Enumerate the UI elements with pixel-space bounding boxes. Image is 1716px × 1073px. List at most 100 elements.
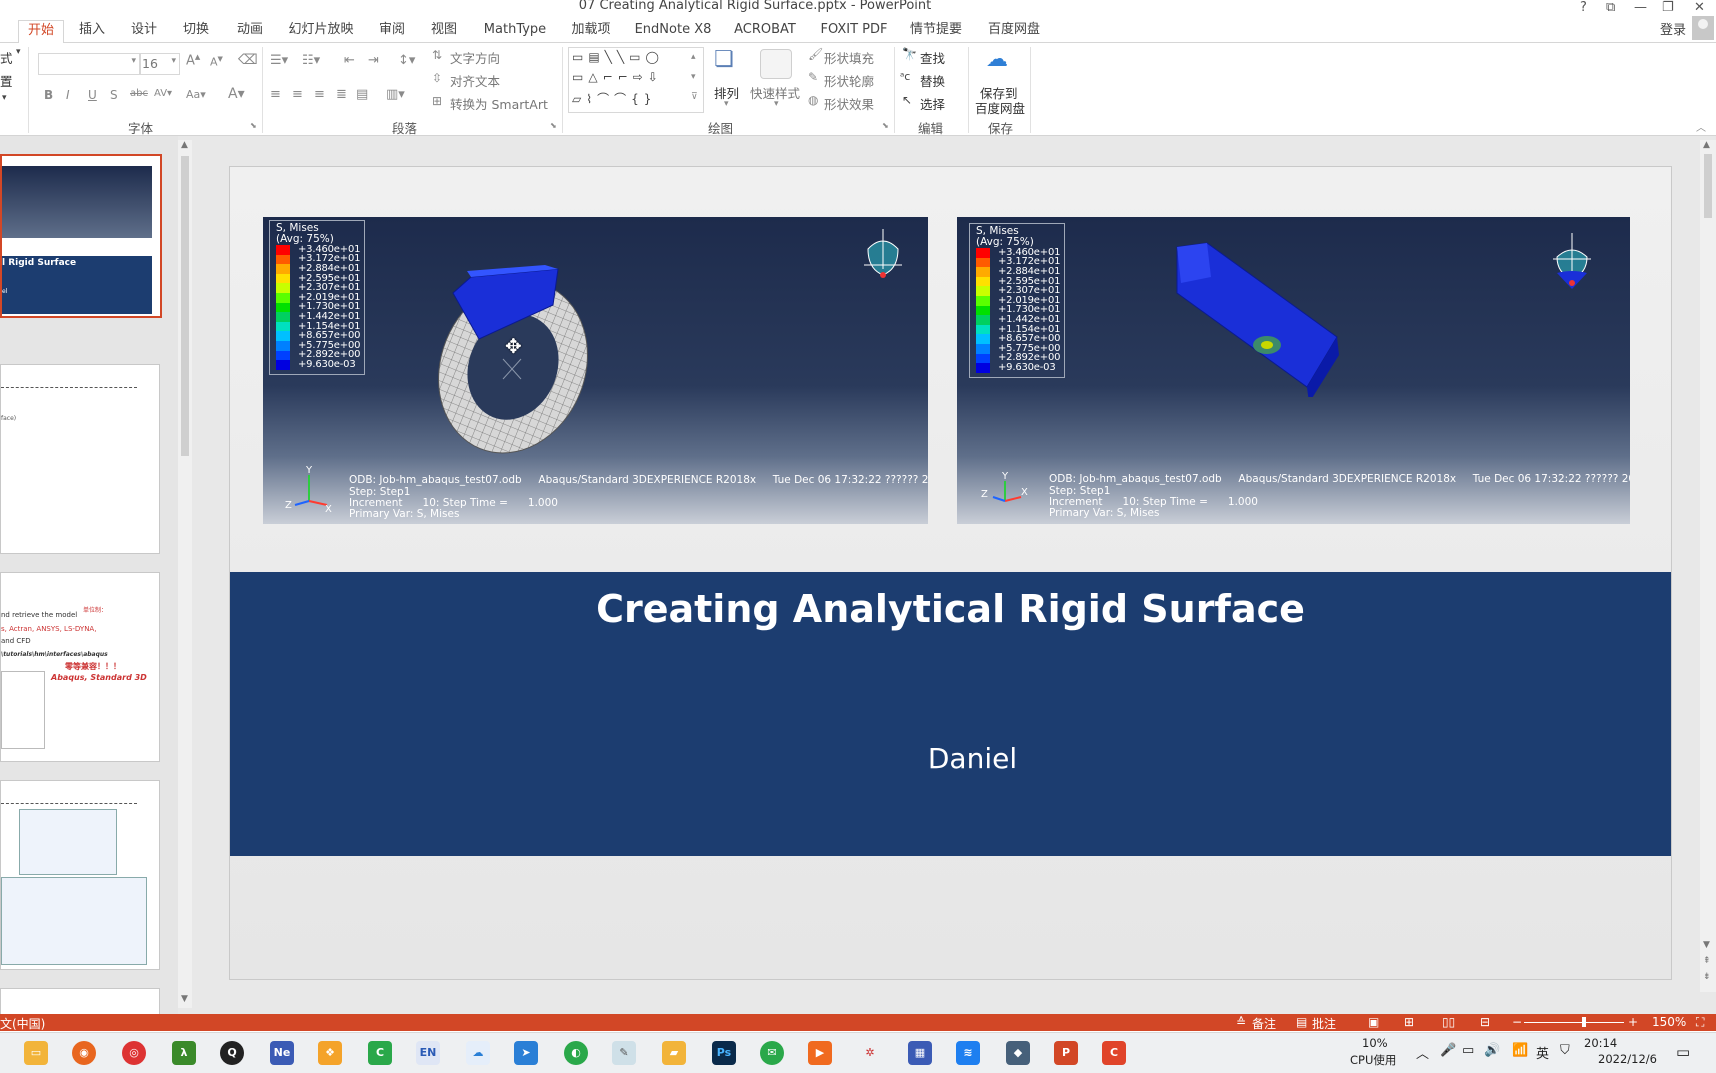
slide-scrollbar[interactable]: ▲ ▼ ⇞ ⇟	[1700, 140, 1716, 992]
avatar[interactable]	[1692, 16, 1714, 40]
close-button[interactable]: ✕	[1694, 0, 1705, 15]
tab-foxit[interactable]: FOXIT PDF	[818, 20, 890, 42]
columns-icon[interactable]: ▥▾	[386, 87, 405, 102]
next-slide-icon[interactable]: ⇟	[1703, 972, 1711, 982]
save-to-baidu-line2[interactable]: 百度网盘	[975, 98, 1025, 117]
clock-date[interactable]: 2022/12/6	[1598, 1052, 1657, 1066]
ime-icon[interactable]: 英	[1536, 1043, 1549, 1062]
green-circle-icon[interactable]: ◐	[564, 1041, 588, 1065]
abaqus-icon[interactable]: ◆	[1006, 1041, 1030, 1065]
shape-outline-button[interactable]: 形状轮廓	[824, 71, 874, 90]
slide-title[interactable]: Creating Analytical Rigid Surface	[230, 587, 1671, 631]
scroll-up-icon[interactable]: ▲	[181, 140, 188, 150]
battery-icon[interactable]: ▭	[1462, 1043, 1474, 1058]
reading-view-icon[interactable]: ▯▯	[1442, 1015, 1455, 1029]
tab-addins[interactable]: 加载项	[568, 20, 614, 42]
shapes-row-1-icon[interactable]: ▭▤╲╲▭◯	[572, 50, 664, 64]
blue-app-icon[interactable]: ≋	[956, 1041, 980, 1065]
align-center-icon[interactable]: ≡	[292, 87, 303, 102]
decrease-indent-icon[interactable]: ⇤	[344, 53, 355, 68]
line-spacing-icon[interactable]: ↕▾	[398, 53, 415, 68]
shapes-row-2-icon[interactable]: ▭△⌐⌐⇨⇩	[572, 70, 663, 84]
scroll-thumb[interactable]	[1704, 154, 1712, 218]
green-app-icon[interactable]: C	[368, 1041, 392, 1065]
tab-transitions[interactable]: 切换	[176, 20, 216, 42]
shape-fill-button[interactable]: 形状填充	[824, 48, 874, 67]
login-link[interactable]: 登录	[1660, 19, 1686, 38]
increase-indent-icon[interactable]: ⇥	[368, 53, 379, 68]
dialog-launcher-icon[interactable]: ⬊	[250, 121, 257, 130]
slide-thumbnail-3[interactable]: nd retrieve the model s, Actran, ANSYS, …	[0, 572, 160, 762]
underline-icon[interactable]: U	[88, 88, 97, 102]
numbering-icon[interactable]: ☷▾	[302, 53, 320, 68]
shapes-gallery[interactable]: ▭▤╲╲▭◯ ▭△⌐⌐⇨⇩ ▱⌇⌒⌒{} ▴ ▾ ⊽	[568, 47, 704, 113]
clear-format-icon[interactable]: ⌫	[238, 52, 258, 68]
feishu-icon[interactable]: ➤	[514, 1041, 538, 1065]
scroll-up-icon[interactable]: ▲	[1703, 140, 1710, 150]
orange-app-icon[interactable]: ▶	[808, 1041, 832, 1065]
italic-icon[interactable]: I	[66, 88, 70, 102]
bullets-icon[interactable]: ☰▾	[270, 53, 288, 68]
tab-storyboard[interactable]: 情节提要	[908, 20, 964, 42]
slide-thumbnail-1[interactable]: l Rigid Surface el	[0, 154, 162, 318]
dialog-launcher-icon[interactable]: ⬊	[550, 121, 557, 130]
slide-subtitle[interactable]: Daniel	[230, 742, 1671, 775]
font-size-box[interactable]: 16 ▾	[140, 53, 180, 75]
baidu-netdisk-icon[interactable]: ☁	[466, 1041, 490, 1065]
scroll-thumb[interactable]	[181, 156, 189, 456]
wechat-icon[interactable]: ✉	[760, 1041, 784, 1065]
tab-design[interactable]: 设计	[124, 20, 164, 42]
justify-icon[interactable]: ≣	[336, 87, 347, 102]
shape-effects-button[interactable]: 形状效果	[824, 94, 874, 113]
slideshow-icon[interactable]: ⊟	[1480, 1015, 1490, 1029]
comments-button[interactable]: 批注	[1312, 1015, 1336, 1032]
notifications-icon[interactable]: ▭	[1676, 1043, 1690, 1061]
slide-thumbnail-2[interactable]: face)	[0, 364, 160, 554]
zoom-out-button[interactable]: −	[1512, 1015, 1522, 1029]
tab-baidu[interactable]: 百度网盘	[984, 20, 1044, 42]
scroll-up-icon[interactable]: ▴	[691, 52, 696, 62]
slide-canvas[interactable]: S, Mises (Avg: 75%) +3.460e+01 +3.172e+01…	[229, 166, 1672, 980]
photoshop-icon[interactable]: Ps	[712, 1041, 736, 1065]
package-app-icon[interactable]: ❖	[318, 1041, 342, 1065]
distribute-icon[interactable]: ▤	[356, 87, 368, 102]
font-name-box[interactable]: ▾	[38, 53, 140, 75]
help-button[interactable]: ?	[1580, 0, 1587, 15]
more-shapes-icon[interactable]: ⊽	[691, 92, 698, 102]
tab-mathtype[interactable]: MathType	[480, 20, 550, 42]
tab-acrobat[interactable]: ACROBAT	[732, 20, 798, 42]
find-button[interactable]: 查找	[920, 48, 945, 67]
restore-button[interactable]: ❐	[1662, 0, 1674, 15]
red-app-icon[interactable]: C	[1102, 1041, 1126, 1065]
tray-expand-icon[interactable]: ︿	[1416, 1043, 1429, 1062]
collapse-ribbon-icon[interactable]: ︿	[1696, 119, 1706, 134]
lambda-app-icon[interactable]: λ	[172, 1041, 196, 1065]
scroll-down-icon[interactable]: ▼	[1703, 940, 1710, 950]
endnote-icon[interactable]: EN	[416, 1041, 440, 1065]
qq-icon[interactable]: Q	[220, 1041, 244, 1065]
shrink-font-icon[interactable]: A▼	[210, 55, 223, 69]
volume-icon[interactable]: 🔊	[1484, 1043, 1500, 1058]
notes-icon[interactable]: ≙	[1236, 1015, 1246, 1029]
zoom-slider-knob[interactable]	[1582, 1017, 1586, 1027]
dialog-launcher-icon[interactable]: ⬊	[882, 121, 889, 130]
tab-animations[interactable]: 动画	[230, 20, 270, 42]
strikethrough-icon[interactable]: abc	[130, 88, 148, 99]
firefox-icon[interactable]: ◉	[72, 1041, 96, 1065]
text-direction-button[interactable]: 文字方向	[450, 48, 500, 67]
normal-view-icon[interactable]: ▣	[1368, 1015, 1379, 1029]
fit-to-window-icon[interactable]: ⛶	[1696, 1015, 1704, 1030]
shapes-row-3-icon[interactable]: ▱⌇⌒⌒{}	[572, 90, 656, 107]
previous-slide-icon[interactable]: ⇞	[1703, 956, 1711, 966]
comments-icon[interactable]: ▤	[1296, 1015, 1307, 1029]
tab-home[interactable]: 开始	[18, 20, 64, 44]
zoom-in-button[interactable]: +	[1628, 1015, 1638, 1029]
replace-button[interactable]: 替换	[920, 71, 945, 90]
smartart-button[interactable]: 转换为 SmartArt	[450, 94, 548, 113]
thumbnails-scrollbar[interactable]: ▲ ▼	[178, 140, 192, 1008]
scroll-down-icon[interactable]: ▾	[691, 72, 696, 82]
tab-insert[interactable]: 插入	[72, 20, 112, 42]
notes-button[interactable]: 备注	[1252, 1015, 1276, 1032]
powerpoint-icon[interactable]: P	[1054, 1041, 1078, 1065]
tab-review[interactable]: 审阅	[372, 20, 412, 42]
